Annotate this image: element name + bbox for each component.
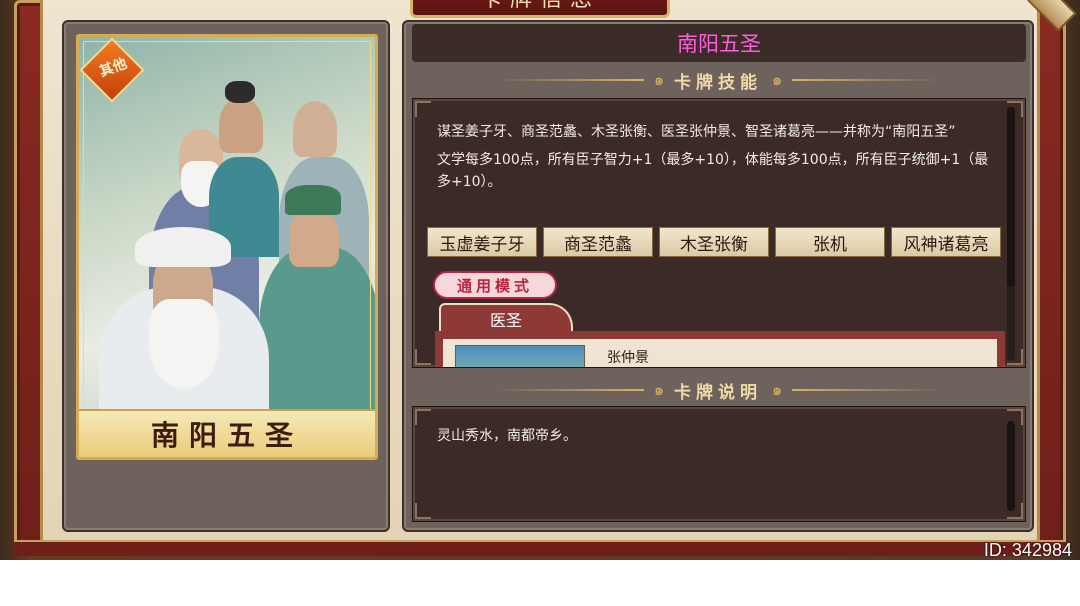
corner-ornament bbox=[415, 409, 431, 425]
tab-label: 医圣 bbox=[489, 311, 522, 330]
divider-line bbox=[792, 389, 943, 391]
card-name-plate-text: 南阳五圣 bbox=[150, 419, 303, 452]
figure-head bbox=[293, 101, 337, 157]
skill-section-label: 卡牌技能 bbox=[674, 72, 762, 93]
bottom-border bbox=[14, 540, 1066, 556]
member-name: 张仲景 bbox=[607, 350, 649, 366]
desc-scrollbar[interactable] bbox=[1007, 421, 1015, 511]
swirl-icon: ๑ bbox=[772, 379, 783, 399]
skill-section-header: ๑ 卡牌技能 ๑ bbox=[404, 68, 1032, 93]
card-name-plate: 南阳五圣 bbox=[79, 409, 375, 457]
figure-hair bbox=[135, 227, 231, 267]
member-button[interactable]: 木圣张衡 bbox=[659, 227, 769, 257]
card-detail-panel: 南阳五圣 ๑ 卡牌技能 ๑ 谋圣姜子牙、商圣范蠡、木圣张衡、医圣张仲景、智圣诸葛… bbox=[402, 20, 1034, 532]
member-button[interactable]: 风神诸葛亮 bbox=[891, 227, 1001, 257]
card-art-panel: 其他 南阳五圣 bbox=[62, 20, 390, 532]
divider-line bbox=[493, 79, 644, 81]
member-detail-panel: 张仲景 bbox=[435, 331, 1005, 367]
tab-active[interactable]: 医圣 bbox=[439, 303, 573, 333]
member-button[interactable]: 商圣范蠡 bbox=[543, 227, 653, 257]
id-label: ID: 342984 bbox=[983, 540, 1072, 560]
skill-desc-line-2: 文学每多100点，所有臣子智力+1（最多+10），体能每多100点，所有臣子统御… bbox=[437, 152, 989, 190]
figure-head bbox=[219, 97, 263, 153]
figure-crown bbox=[285, 185, 341, 215]
card-image: 其他 南阳五圣 bbox=[76, 34, 378, 460]
member-button[interactable]: 玉虚姜子牙 bbox=[427, 227, 537, 257]
desc-section-header: ๑ 卡牌说明 ๑ bbox=[404, 378, 1032, 403]
member-buttons: 玉虚姜子牙 商圣范蠡 木圣张衡 张机 风神诸葛亮 bbox=[427, 227, 1001, 257]
title-banner: 卡牌信息 bbox=[410, 0, 670, 18]
desc-section-label: 卡牌说明 bbox=[674, 382, 762, 403]
swirl-icon: ๑ bbox=[653, 69, 664, 89]
swirl-icon: ๑ bbox=[653, 379, 664, 399]
game-scene: 卡牌信息 其他 南阳五圣 bbox=[0, 0, 1080, 560]
member-button[interactable]: 张机 bbox=[775, 227, 885, 257]
skill-description: 谋圣姜子牙、商圣范蠡、木圣张衡、医圣张仲景、智圣诸葛亮——并称为“南阳五圣” 文… bbox=[437, 121, 995, 199]
corner-ornament bbox=[415, 503, 431, 519]
skill-box[interactable]: 谋圣姜子牙、商圣范蠡、木圣张衡、医圣张仲景、智圣诸葛亮——并称为“南阳五圣” 文… bbox=[412, 98, 1026, 368]
member-thumbnail bbox=[455, 345, 585, 367]
skill-desc-line-1: 谋圣姜子牙、商圣范蠡、木圣张衡、医圣张仲景、智圣诸葛亮——并称为“南阳五圣” bbox=[437, 124, 956, 140]
divider-line bbox=[792, 79, 943, 81]
skill-scrollbar-thumb[interactable] bbox=[1007, 107, 1015, 287]
description-box: 灵山秀水，南都帝乡。 bbox=[412, 406, 1026, 522]
swirl-icon: ๑ bbox=[772, 69, 783, 89]
figure-hat bbox=[225, 81, 255, 103]
mode-tag: 通用模式 bbox=[433, 271, 557, 299]
mode-tag-label: 通用模式 bbox=[456, 276, 533, 295]
member-detail-inner: 张仲景 bbox=[443, 339, 997, 367]
card-description: 灵山秀水，南都帝乡。 bbox=[437, 428, 577, 444]
corner-ornament bbox=[415, 101, 431, 117]
card-title: 南阳五圣 bbox=[677, 32, 761, 56]
card-title-bar: 南阳五圣 bbox=[412, 24, 1026, 62]
figure-beard bbox=[149, 299, 219, 389]
window-title: 卡牌信息 bbox=[480, 0, 600, 13]
figure-head bbox=[289, 207, 339, 267]
corner-ornament bbox=[415, 349, 431, 365]
divider-line bbox=[493, 389, 644, 391]
